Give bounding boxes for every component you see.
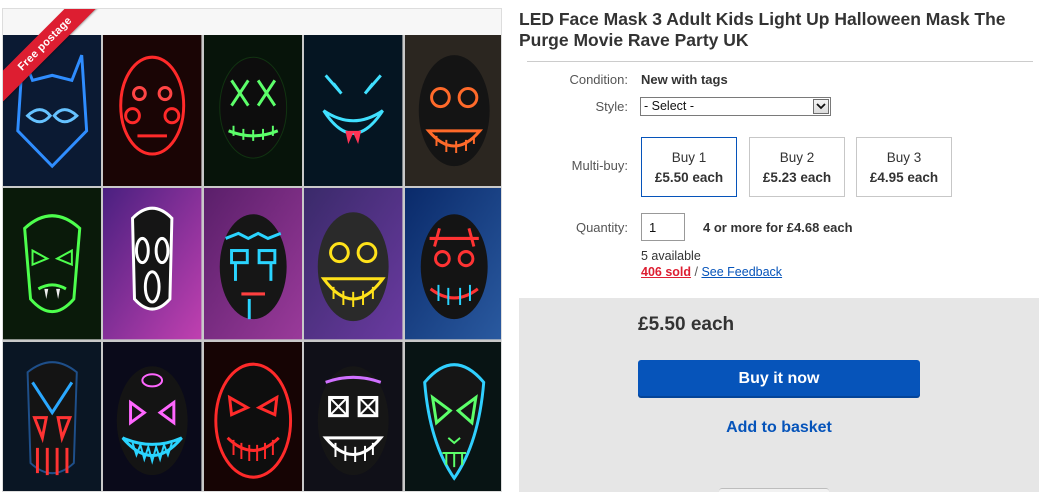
- mask-tile-green-alien: [404, 341, 501, 491]
- sold-separator: /: [691, 265, 702, 279]
- multibuy-option-3[interactable]: Buy 3 £4.95 each: [856, 137, 952, 197]
- mask-tile-orange-grin: [404, 35, 501, 187]
- mask-tile-green-purge: [203, 35, 303, 187]
- mask-tile-green-vampire: [3, 188, 102, 340]
- condition-value: New with tags: [641, 72, 728, 87]
- multibuy-option-qty: Buy 1: [671, 150, 707, 165]
- buy-it-now-button[interactable]: Buy it now: [638, 360, 920, 398]
- multibuy-option-price: £5.23 each: [762, 170, 832, 185]
- free-postage-ribbon: Free postage: [3, 9, 103, 102]
- sold-feedback-line: 406 sold / See Feedback: [641, 265, 782, 279]
- mask-tile-cyclops-grin: [103, 341, 202, 491]
- mask-tile-blue-drip: [203, 188, 303, 340]
- partial-button[interactable]: [719, 488, 829, 492]
- listing-title: LED Face Mask 3 Adult Kids Light Up Hall…: [519, 9, 1006, 50]
- product-image-panel: Free postage: [0, 0, 508, 492]
- mask-tile-cyan-joker: [304, 35, 403, 187]
- buy-box: £5.50 each Buy it now Add to basket: [519, 298, 1039, 492]
- quantity-input[interactable]: 1: [641, 213, 685, 241]
- multibuy-option-price: £4.95 each: [869, 170, 939, 185]
- title-divider: [527, 61, 1033, 62]
- mask-tile-red-saw: [103, 35, 202, 187]
- style-label: Style:: [595, 99, 628, 114]
- mask-tile-red-purge: [203, 341, 303, 491]
- ribbon-container: Free postage: [3, 9, 113, 119]
- mask-tile-red-stitch: [404, 188, 501, 340]
- multibuy-option-price: £5.50 each: [654, 170, 724, 185]
- style-select[interactable]: - Select -: [640, 97, 831, 116]
- quantity-label: Quantity:: [575, 220, 628, 235]
- sold-count-link[interactable]: 406 sold: [641, 265, 691, 279]
- mask-tile-red-skull: [3, 341, 102, 491]
- multibuy-option-qty: Buy 3: [886, 150, 922, 165]
- add-to-basket-button[interactable]: Add to basket: [638, 412, 920, 444]
- multibuy-option-1[interactable]: Buy 1 £5.50 each: [641, 137, 737, 197]
- multibuy-option-2[interactable]: Buy 2 £5.23 each: [749, 137, 845, 197]
- product-image[interactable]: Free postage: [2, 8, 502, 492]
- multibuy-label: Multi-buy:: [571, 158, 628, 173]
- see-feedback-link[interactable]: See Feedback: [701, 265, 782, 279]
- buy-box-price: £5.50 each: [638, 314, 735, 335]
- chevron-down-icon[interactable]: [813, 99, 829, 114]
- available-count: 5 available: [641, 249, 701, 263]
- multibuy-option-qty: Buy 2: [779, 150, 815, 165]
- mask-tile-x-eyes: [304, 341, 403, 491]
- style-select-value: - Select -: [644, 99, 695, 113]
- condition-label: Condition:: [569, 72, 628, 87]
- mask-tile-yellow-purge: [304, 188, 403, 340]
- quantity-deal-text: 4 or more for £4.68 each: [703, 220, 853, 235]
- mask-tile-scream: [103, 188, 202, 340]
